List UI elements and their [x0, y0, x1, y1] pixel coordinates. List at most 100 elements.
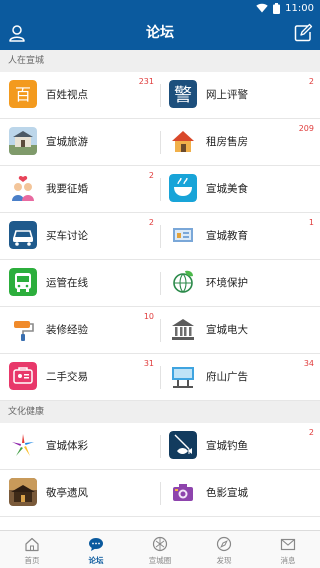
post-count: 2 [148, 218, 154, 227]
board-item[interactable]: 宣城旅游 [0, 119, 160, 165]
board-item[interactable]: 敬亭遗风 [0, 470, 160, 516]
education-icon [169, 221, 197, 249]
board-item[interactable]: 二手交易 31 [0, 354, 160, 400]
board-row: 二手交易 31 府山广告 34 [0, 354, 320, 401]
board-label: 百姓视点 [46, 89, 88, 101]
home-icon [25, 537, 39, 552]
forum-board-list[interactable]: 人在宣城 百 百姓视点 231 警 网上评警 2 宣城旅游 租房售房 209 我… [0, 50, 320, 530]
board-label: 网上评警 [206, 89, 248, 101]
tab-label: 宣城圈 [148, 556, 172, 565]
board-row: 运管在线 环境保护 [0, 260, 320, 307]
post-count: 31 [143, 359, 154, 368]
board-item[interactable]: 宣城美食 [160, 166, 320, 212]
university-icon [169, 315, 197, 343]
tab-label: 消息 [280, 556, 296, 565]
board-item[interactable]: 府山广告 34 [160, 354, 320, 400]
post-count: 231 [138, 77, 154, 86]
post-count: 209 [298, 124, 314, 133]
section-header: 人在宣城 [0, 50, 320, 72]
tab-label: 发现 [216, 556, 232, 565]
food-bowl-icon [169, 174, 197, 202]
fishing-icon [169, 431, 197, 459]
app-header: 论坛 [0, 16, 320, 50]
svg-text:百: 百 [15, 85, 31, 104]
board-row: 我要征婚 2 宣城美食 [0, 166, 320, 213]
bottom-tab-bar: 首页 论坛 宣城圈 发现 消息 [0, 530, 320, 568]
house-icon [169, 127, 197, 155]
board-item[interactable]: 宣城教育 1 [160, 213, 320, 259]
tab-xuancheng-circle[interactable]: 宣城圈 [128, 531, 192, 568]
board-row: 宣城体彩 宣城钓鱼 2 [0, 423, 320, 470]
board-item[interactable]: 宣城体彩 [0, 423, 160, 469]
post-count: 1 [308, 218, 314, 227]
tab-messages[interactable]: 消息 [256, 531, 320, 568]
post-count: 34 [303, 359, 314, 368]
post-count: 2 [308, 428, 314, 437]
board-label: 府山广告 [206, 371, 248, 383]
board-label: 租房售房 [206, 136, 248, 148]
board-label: 运管在线 [46, 277, 88, 289]
circle-icon [152, 536, 168, 552]
tab-home[interactable]: 首页 [0, 531, 64, 568]
board-label: 敬亭遗风 [46, 487, 88, 499]
couple-icon [9, 174, 37, 202]
tab-discover[interactable]: 发现 [192, 531, 256, 568]
paint-roller-icon [9, 315, 37, 343]
post-count: 2 [308, 77, 314, 86]
wifi-icon [256, 3, 268, 13]
board-row: 敬亭遗风 色影宣城 [0, 470, 320, 517]
globe-leaf-icon [169, 268, 197, 296]
board-row: 装修经验 10 宣城电大 [0, 307, 320, 354]
board-label: 宣城美食 [206, 183, 248, 195]
page-title: 论坛 [146, 25, 174, 41]
board-item[interactable]: 装修经验 10 [0, 307, 160, 353]
chat-bubble-icon [89, 538, 103, 551]
board-label: 二手交易 [46, 371, 88, 383]
tourism-photo-icon [9, 127, 37, 155]
board-label: 宣城电大 [206, 324, 248, 336]
board-item[interactable]: 我要征婚 2 [0, 166, 160, 212]
board-item[interactable]: 百 百姓视点 231 [0, 72, 160, 118]
mail-icon [280, 538, 296, 551]
status-time: 11:00 [285, 2, 314, 14]
police-icon: 警 [169, 80, 197, 108]
board-row: 百 百姓视点 231 警 网上评警 2 [0, 72, 320, 119]
board-item[interactable]: 环境保护 [160, 260, 320, 306]
tab-label: 论坛 [88, 556, 104, 565]
car-icon [9, 221, 37, 249]
baixing-icon: 百 [9, 80, 37, 108]
lottery-star-icon [9, 431, 37, 459]
board-row: 买车讨论 2 宣城教育 1 [0, 213, 320, 260]
board-label: 装修经验 [46, 324, 88, 336]
billboard-icon [169, 362, 197, 390]
status-bar: 11:00 [0, 0, 320, 16]
board-label: 宣城教育 [206, 230, 248, 242]
board-label: 宣城旅游 [46, 136, 88, 148]
board-item[interactable]: 宣城电大 [160, 307, 320, 353]
compass-icon [216, 536, 232, 552]
board-label: 环境保护 [206, 277, 248, 289]
board-item[interactable]: 宣城钓鱼 2 [160, 423, 320, 469]
compose-button[interactable] [293, 23, 313, 43]
board-label: 色影宣城 [206, 487, 248, 499]
camera-icon [169, 478, 197, 506]
board-item[interactable]: 买车讨论 2 [0, 213, 160, 259]
board-row: 宣城旅游 租房售房 209 [0, 119, 320, 166]
board-item[interactable]: 色影宣城 [160, 470, 320, 516]
board-item[interactable]: 运管在线 [0, 260, 160, 306]
post-count: 10 [143, 312, 154, 321]
board-label: 我要征婚 [46, 183, 88, 195]
section-header: 文化健康 [0, 401, 320, 423]
board-label: 买车讨论 [46, 230, 88, 242]
edit-icon [294, 23, 313, 42]
battery-icon [273, 2, 281, 14]
board-label: 宣城体彩 [46, 440, 88, 452]
svg-text:警: 警 [174, 85, 192, 106]
board-item[interactable]: 租房售房 209 [160, 119, 320, 165]
jingting-photo-icon [9, 478, 37, 506]
secondhand-icon [9, 362, 37, 390]
bus-icon [9, 268, 37, 296]
tab-label: 首页 [24, 556, 40, 565]
tab-forum[interactable]: 论坛 [64, 531, 128, 568]
board-item[interactable]: 警 网上评警 2 [160, 72, 320, 118]
